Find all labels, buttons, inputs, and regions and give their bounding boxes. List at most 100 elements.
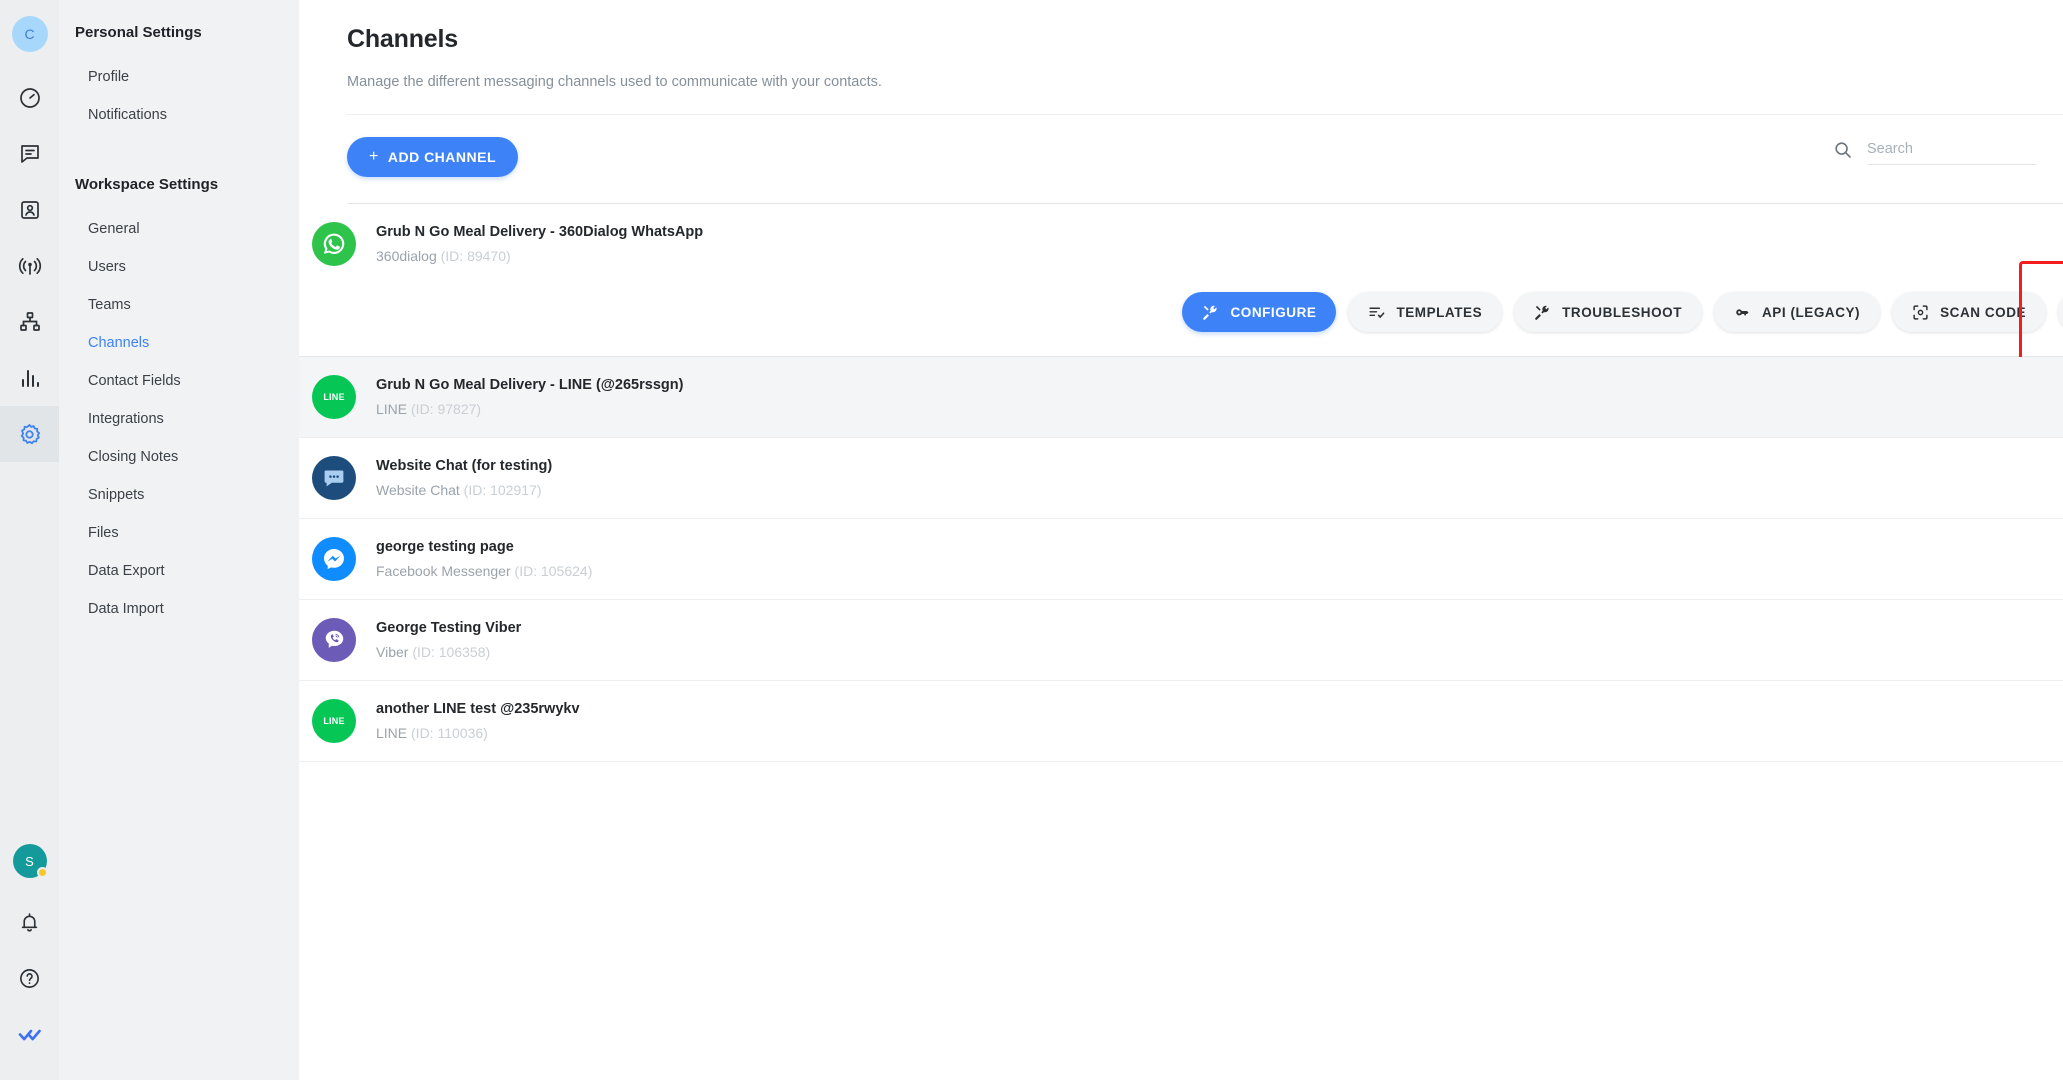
icon-rail-top: C bbox=[0, 0, 59, 462]
nav-item-data-import[interactable]: Data Import bbox=[59, 590, 299, 628]
website-chat-icon bbox=[312, 456, 356, 500]
channel-row-header: LINE Grub N Go Meal Delivery - LINE (@26… bbox=[299, 375, 2063, 419]
channel-meta: Viber (ID: 106358) bbox=[376, 643, 521, 662]
channel-name: George Testing Viber bbox=[376, 620, 522, 636]
channel-meta: Website Chat (ID: 102917) bbox=[376, 481, 552, 500]
channel-id: (ID: 102917) bbox=[463, 482, 542, 498]
nav-item-notifications[interactable]: Notifications bbox=[59, 96, 299, 134]
channel-provider: Facebook Messenger bbox=[376, 563, 511, 579]
viber-icon bbox=[312, 618, 356, 662]
channel-id: (ID: 97827) bbox=[411, 401, 482, 417]
channel-row-header: LINE another LINE test @235rwykv LINE (I… bbox=[299, 699, 2063, 743]
icon-rail: C S bbox=[0, 0, 59, 1080]
org-chart-icon bbox=[18, 310, 42, 334]
templates-button[interactable]: TEMPLATES bbox=[1348, 292, 1503, 332]
nav-item-snippets[interactable]: Snippets bbox=[59, 476, 299, 514]
profile-button[interactable]: PROFILE bbox=[2058, 292, 2063, 332]
rail-item-dashboard[interactable] bbox=[0, 70, 59, 126]
nav-item-users[interactable]: Users bbox=[59, 248, 299, 286]
configure-label: CONFIGURE bbox=[1230, 304, 1317, 320]
channel-meta: 360dialog (ID: 89470) bbox=[376, 247, 703, 266]
contact-card-icon bbox=[18, 198, 42, 222]
nav-item-channels[interactable]: Channels bbox=[59, 324, 299, 362]
channel-row-text: Website Chat (for testing) Website Chat … bbox=[376, 456, 552, 500]
channel-id: (ID: 105624) bbox=[514, 563, 593, 579]
nav-item-label: Contact Fields bbox=[88, 373, 181, 389]
line-icon: LINE bbox=[312, 375, 356, 419]
nav-item-label: Data Export bbox=[88, 563, 165, 579]
channel-row-text: Grub N Go Meal Delivery - 360Dialog What… bbox=[376, 222, 703, 266]
channel-row-messenger[interactable]: george testing page Facebook Messenger (… bbox=[299, 519, 2063, 600]
nav-item-label: Snippets bbox=[88, 487, 145, 503]
nav-item-closing-notes[interactable]: Closing Notes bbox=[59, 438, 299, 476]
channel-row-line-1[interactable]: LINE Grub N Go Meal Delivery - LINE (@26… bbox=[299, 357, 2063, 438]
rail-item-inbox[interactable] bbox=[0, 126, 59, 182]
search-icon[interactable] bbox=[1833, 140, 1853, 165]
rail-item-broadcast[interactable] bbox=[0, 238, 59, 294]
user-avatar[interactable]: S bbox=[12, 844, 48, 878]
nav-item-profile[interactable]: Profile bbox=[59, 58, 299, 96]
template-list-icon bbox=[1368, 304, 1385, 321]
channel-name: george testing page bbox=[376, 539, 514, 555]
wrench-icon bbox=[1202, 304, 1219, 321]
channel-row-text: George Testing Viber Viber (ID: 106358) bbox=[376, 618, 521, 662]
settings-nav: Personal Settings Profile Notifications … bbox=[59, 0, 299, 1080]
main-content: Channels Manage the different messaging … bbox=[299, 0, 2063, 1080]
bell-icon bbox=[18, 911, 41, 934]
add-channel-label: ADD CHANNEL bbox=[387, 149, 497, 165]
channel-row-website-chat[interactable]: Website Chat (for testing) Website Chat … bbox=[299, 438, 2063, 519]
line-logo-text: LINE bbox=[323, 716, 345, 726]
nav-group-workspace-title: Workspace Settings bbox=[75, 176, 219, 193]
add-channel-button[interactable]: + ADD CHANNEL bbox=[347, 137, 519, 177]
channel-id: (ID: 89470) bbox=[440, 248, 511, 264]
channel-id: (ID: 110036) bbox=[411, 725, 488, 741]
help-circle-icon bbox=[18, 967, 41, 990]
search-area bbox=[1833, 137, 2063, 165]
search-input[interactable] bbox=[1867, 137, 2037, 165]
broadcast-icon bbox=[18, 254, 42, 278]
troubleshoot-button[interactable]: TROUBLESHOOT bbox=[1514, 292, 1702, 332]
plus-icon: + bbox=[369, 148, 379, 165]
rail-item-reports[interactable] bbox=[0, 350, 59, 406]
channel-provider: Website Chat bbox=[376, 482, 460, 498]
scan-code-label: SCAN CODE bbox=[1940, 304, 2027, 320]
channel-row-line-2[interactable]: LINE another LINE test @235rwykv LINE (I… bbox=[299, 681, 2063, 762]
channel-name: Grub N Go Meal Delivery - LINE (@265rssg… bbox=[376, 377, 684, 393]
rail-item-help[interactable] bbox=[0, 950, 59, 1006]
nav-item-general[interactable]: General bbox=[59, 210, 299, 248]
channel-list: Grub N Go Meal Delivery - 360Dialog What… bbox=[299, 204, 2063, 762]
nav-item-integrations[interactable]: Integrations bbox=[59, 400, 299, 438]
channel-name: another LINE test @235rwykv bbox=[376, 701, 580, 717]
wrench-cross-icon bbox=[1534, 304, 1551, 321]
api-legacy-label: API (LEGACY) bbox=[1762, 304, 1861, 320]
workspace-avatar-initial: C bbox=[24, 26, 35, 42]
whatsapp-icon bbox=[312, 222, 356, 266]
nav-item-label: Files bbox=[88, 525, 119, 541]
channel-provider: LINE bbox=[376, 725, 408, 741]
channel-name: Website Chat (for testing) bbox=[376, 458, 553, 474]
nav-item-files[interactable]: Files bbox=[59, 514, 299, 552]
nav-item-teams[interactable]: Teams bbox=[59, 286, 299, 324]
configure-button[interactable]: CONFIGURE bbox=[1182, 292, 1337, 332]
api-legacy-button[interactable]: API (LEGACY) bbox=[1714, 292, 1881, 332]
profile-button-highlight: PROFILE bbox=[2019, 261, 2063, 363]
rail-item-workflows[interactable] bbox=[0, 294, 59, 350]
rail-item-notifications[interactable] bbox=[0, 894, 59, 950]
user-status-dot bbox=[36, 867, 48, 878]
nav-item-label: Closing Notes bbox=[88, 449, 179, 465]
nav-item-label: Profile bbox=[88, 69, 130, 85]
scan-code-icon bbox=[1912, 304, 1929, 321]
rail-item-read-receipts[interactable] bbox=[0, 1006, 59, 1062]
main-padding: Channels Manage the different messaging … bbox=[299, 0, 2063, 204]
rail-item-settings[interactable] bbox=[0, 406, 59, 462]
nav-group-personal-title: Personal Settings bbox=[75, 24, 202, 41]
channel-row-viber[interactable]: George Testing Viber Viber (ID: 106358) bbox=[299, 600, 2063, 681]
line-icon: LINE bbox=[312, 699, 356, 743]
channel-row-header: Grub N Go Meal Delivery - 360Dialog What… bbox=[299, 222, 2063, 266]
nav-item-data-export[interactable]: Data Export bbox=[59, 552, 299, 590]
channel-meta: LINE (ID: 110036) bbox=[376, 724, 580, 743]
nav-item-contact-fields[interactable]: Contact Fields bbox=[59, 362, 299, 400]
channel-row-whatsapp[interactable]: Grub N Go Meal Delivery - 360Dialog What… bbox=[299, 204, 2063, 363]
workspace-avatar[interactable]: C bbox=[11, 16, 48, 52]
rail-item-contacts[interactable] bbox=[0, 182, 59, 238]
